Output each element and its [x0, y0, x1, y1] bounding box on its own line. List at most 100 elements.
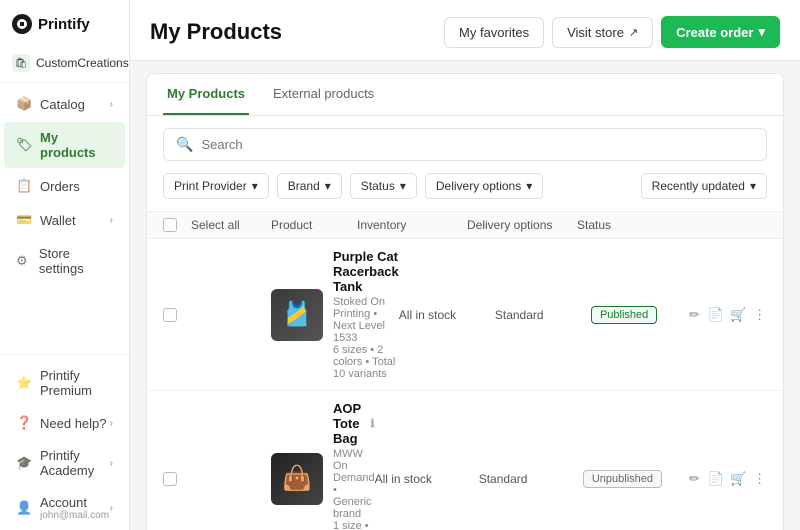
product-name: AOP Tote Bag ℹ: [333, 401, 375, 446]
sidebar-item-label: Orders: [40, 179, 80, 194]
table-header: Select all Product Inventory Delivery op…: [147, 211, 783, 239]
filter-print-provider[interactable]: Print Provider ▾: [163, 173, 269, 199]
status-column-header: Status: [577, 218, 687, 232]
sidebar-item-label: Wallet: [40, 213, 76, 228]
sidebar-item-label: Store settings: [39, 246, 113, 276]
filter-chevron-icon: ▾: [252, 179, 258, 193]
more-icon[interactable]: ⋮: [752, 304, 767, 326]
copy-icon[interactable]: 📄: [708, 468, 724, 490]
academy-icon: 🎓: [16, 455, 32, 471]
select-all-label[interactable]: Select all: [191, 218, 271, 232]
delivery-column-header: Delivery options: [467, 218, 577, 232]
filter-brand[interactable]: Brand ▾: [277, 173, 342, 199]
create-order-button[interactable]: Create order ▾: [661, 16, 780, 48]
sidebar-item-label: My products: [40, 130, 113, 160]
logo-icon: [12, 14, 32, 34]
more-icon[interactable]: ⋮: [752, 468, 767, 490]
filter-chevron-icon: ▾: [526, 179, 532, 193]
shop-icon[interactable]: 🛒: [730, 304, 746, 326]
tabs-bar: My Products External products: [147, 74, 783, 116]
catalog-chevron-icon: ›: [110, 99, 113, 110]
catalog-icon: 📦: [16, 96, 32, 112]
content-area: My Products External products 🔍 Print Pr…: [130, 61, 800, 530]
filter-chevron-icon: ▾: [400, 179, 406, 193]
row-checkbox[interactable]: [163, 308, 177, 322]
account-chevron-icon: ›: [110, 503, 113, 514]
row-actions: ✏ 📄 🛒 ⋮: [687, 468, 767, 490]
app-name: Printify: [38, 16, 90, 33]
sidebar-item-printify-premium[interactable]: ⭐ Printify Premium: [4, 360, 125, 406]
status-badge: Unpublished: [583, 470, 662, 488]
account-email: john@mail.com: [40, 510, 109, 521]
product-meta: MWW On Demand • Generic brand: [333, 448, 375, 520]
sidebar-item-need-help[interactable]: ❓ Need help? ›: [4, 407, 125, 439]
page-title: My Products: [150, 19, 282, 45]
external-link-icon: ↗: [629, 26, 638, 39]
account-icon: 👤: [16, 500, 32, 516]
row-checkbox[interactable]: [163, 472, 177, 486]
visit-store-button[interactable]: Visit store ↗: [552, 17, 653, 48]
search-input[interactable]: [201, 137, 754, 152]
filters-bar: Print Provider ▾ Brand ▾ Status ▾ Delive…: [147, 173, 783, 211]
sidebar-item-my-products[interactable]: 🏷 My products: [4, 122, 125, 168]
header-actions: My favorites Visit store ↗ Create order …: [444, 16, 780, 48]
product-inventory: All in stock: [375, 472, 479, 486]
wallet-chevron-icon: ›: [110, 215, 113, 226]
sidebar-item-account[interactable]: 👤 Account john@mail.com ›: [4, 487, 125, 529]
filter-chevron-icon: ▾: [325, 179, 331, 193]
product-name: Purple Cat Racerback Tank: [333, 249, 399, 294]
help-icon: ❓: [16, 415, 32, 431]
product-image: 🎽: [271, 289, 323, 341]
sidebar-item-academy[interactable]: 🎓 Printify Academy ›: [4, 440, 125, 486]
page-header: My Products My favorites Visit store ↗ C…: [130, 0, 800, 61]
store-settings-icon: ⚙: [16, 253, 31, 269]
account-label: Account: [40, 495, 109, 510]
sidebar-item-label: Catalog: [40, 97, 85, 112]
search-icon: 🔍: [176, 136, 193, 153]
shop-icon[interactable]: 🛒: [730, 468, 746, 490]
product-column-header: Product: [271, 218, 357, 232]
orders-icon: 📋: [16, 178, 32, 194]
row-actions: ✏ 📄 🛒 ⋮: [687, 304, 767, 326]
filter-recently-updated[interactable]: Recently updated ▾: [641, 173, 767, 199]
academy-chevron-icon: ›: [110, 458, 113, 469]
search-input-wrap: 🔍: [163, 128, 767, 161]
product-inventory: All in stock: [399, 308, 495, 322]
premium-icon: ⭐: [16, 375, 32, 391]
app-logo: Printify: [0, 0, 129, 48]
header-checkbox-col: [163, 218, 191, 232]
product-delivery: Standard: [479, 472, 583, 486]
tab-external-products[interactable]: External products: [269, 74, 378, 115]
select-all-checkbox[interactable]: [163, 218, 177, 232]
status-badge: Published: [591, 306, 657, 324]
filter-delivery[interactable]: Delivery options ▾: [425, 173, 543, 199]
tab-my-products[interactable]: My Products: [163, 74, 249, 115]
sidebar-item-label: Printify Academy: [40, 448, 110, 478]
help-chevron-icon: ›: [110, 418, 113, 429]
product-info: Purple Cat Racerback Tank Stoked On Prin…: [333, 249, 399, 380]
edit-icon[interactable]: ✏: [687, 468, 702, 490]
sidebar-item-label: Need help?: [40, 416, 107, 431]
sidebar-item-store-settings[interactable]: ⚙ Store settings: [4, 238, 125, 284]
edit-icon[interactable]: ✏: [687, 304, 702, 326]
main-content: My Products My favorites Visit store ↗ C…: [130, 0, 800, 530]
sidebar: Printify 🛍 CustomCreations ⇅ 📦 Catalog ›…: [0, 0, 130, 530]
store-icon: 🛍: [12, 54, 30, 72]
filter-status[interactable]: Status ▾: [350, 173, 417, 199]
sidebar-item-wallet[interactable]: 💳 Wallet ›: [4, 204, 125, 236]
sidebar-item-orders[interactable]: 📋 Orders: [4, 170, 125, 202]
product-image: 👜: [271, 453, 323, 505]
copy-icon[interactable]: 📄: [708, 304, 724, 326]
filter-chevron-icon: ▾: [750, 179, 756, 193]
store-selector[interactable]: 🛍 CustomCreations ⇅: [0, 48, 129, 78]
my-products-icon: 🏷: [16, 137, 32, 153]
my-favorites-button[interactable]: My favorites: [444, 17, 544, 48]
sidebar-divider: [0, 82, 129, 83]
sidebar-item-label: Printify Premium: [40, 368, 113, 398]
info-icon: ℹ: [370, 417, 374, 430]
product-meta: Stoked On Printing • Next Level 1533: [333, 296, 399, 344]
sidebar-item-catalog[interactable]: 📦 Catalog ›: [4, 88, 125, 120]
search-bar: 🔍: [147, 116, 783, 173]
inventory-column-header: Inventory: [357, 218, 467, 232]
store-name: CustomCreations: [36, 56, 129, 70]
